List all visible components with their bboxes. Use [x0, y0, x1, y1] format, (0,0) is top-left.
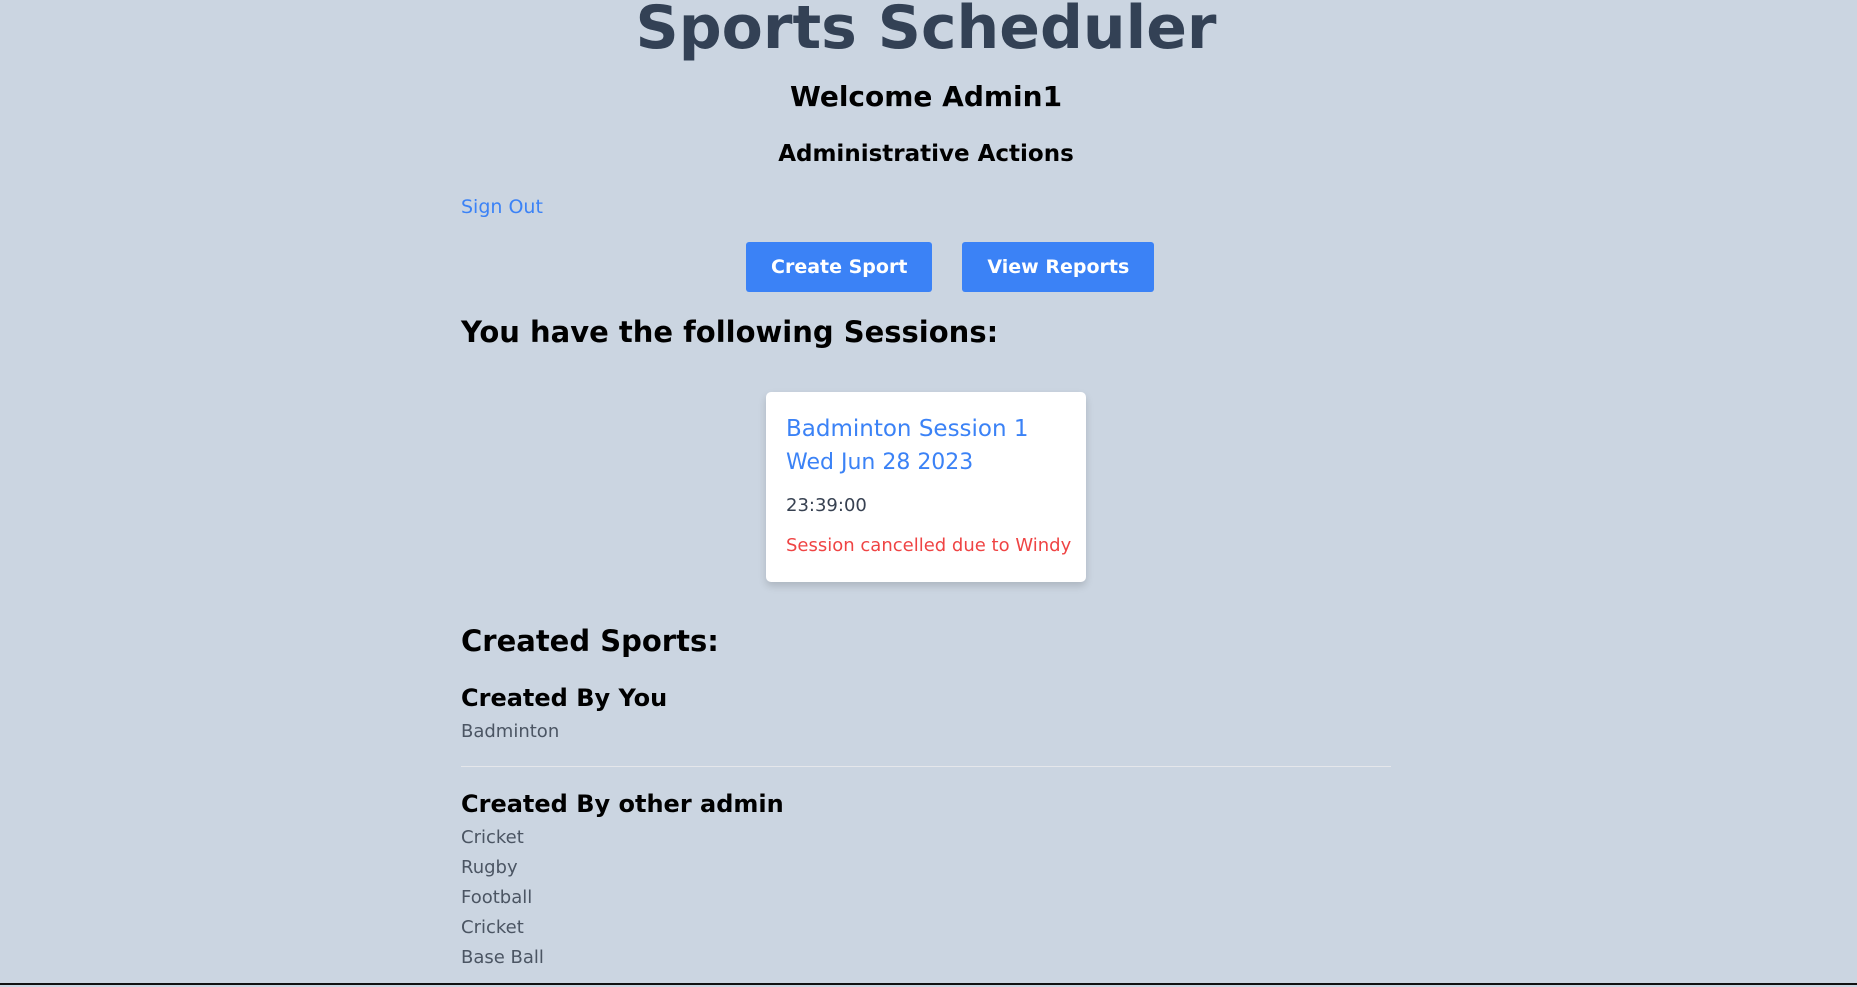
created-sports-heading: Created Sports: [461, 624, 719, 658]
sport-list-item: Base Ball [461, 947, 544, 968]
app-title: Sports Scheduler [635, 0, 1217, 63]
create-sport-button[interactable]: Create Sport [746, 242, 933, 292]
sport-list-item: Cricket [461, 827, 524, 848]
sport-list-item: Football [461, 887, 533, 908]
session-name[interactable]: Badminton Session 1 [786, 412, 1066, 446]
sport-list-item: Badminton [461, 721, 560, 742]
admin-actions-heading: Administrative Actions [778, 141, 1074, 167]
view-reports-button[interactable]: View Reports [962, 242, 1155, 292]
sport-list-item: Cricket [461, 917, 524, 938]
page: Sports Scheduler Welcome Admin1 Administ… [0, 0, 1857, 985]
created-by-other-list: Cricket Rugby Football Cricket Base Ball [461, 823, 544, 973]
sign-out-link[interactable]: Sign Out [461, 195, 543, 219]
session-time: 23:39:00 [786, 495, 867, 516]
section-divider [461, 766, 1391, 767]
admin-button-row: Create Sport View Reports [746, 242, 1155, 292]
welcome-message: Welcome Admin1 [789, 80, 1063, 113]
session-date: Wed Jun 28 2023 [786, 450, 974, 475]
sessions-heading: You have the following Sessions: [461, 315, 999, 349]
session-status: Session cancelled due to Windy [786, 535, 1072, 556]
created-by-you-title: Created By You [461, 684, 668, 712]
created-by-you-list: Badminton [461, 717, 559, 747]
sport-list-item: Rugby [461, 857, 518, 878]
created-by-other-title: Created By other admin [461, 790, 784, 818]
session-card[interactable]: Badminton Session 1 Wed Jun 28 2023 23:3… [766, 392, 1086, 582]
